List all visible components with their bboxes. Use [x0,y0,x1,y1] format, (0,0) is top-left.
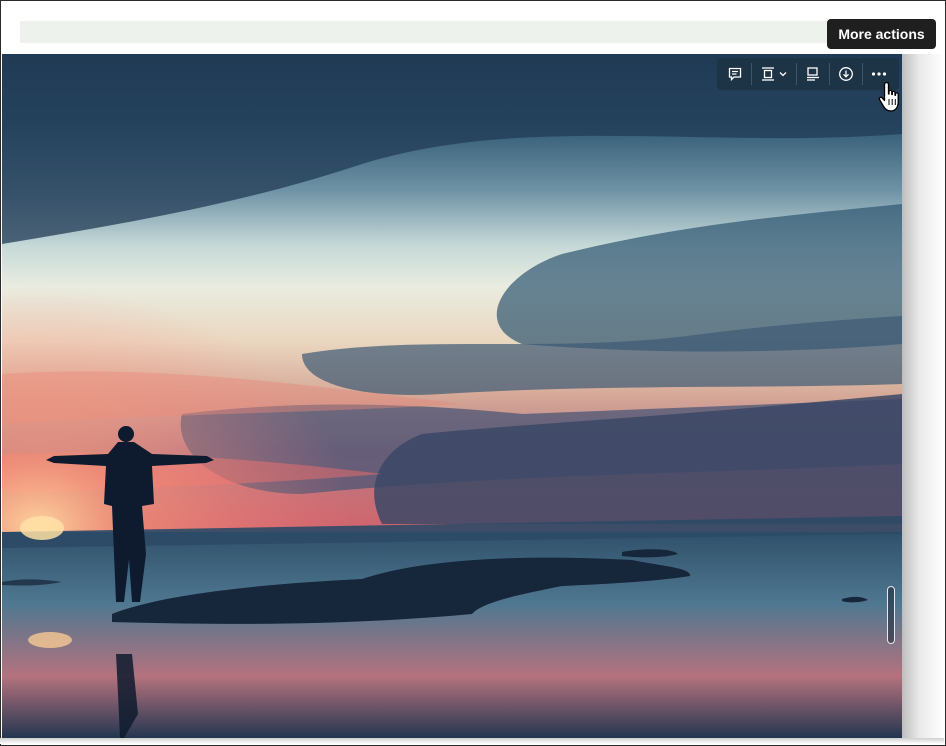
hand-cursor-icon [878,81,899,112]
right-drop-shadow [902,54,944,744]
comment-button[interactable] [719,60,751,88]
align-center-icon [762,67,774,81]
caption-icon [807,67,819,81]
alignment-button[interactable] [752,60,796,88]
top-band [20,21,906,43]
caption-button[interactable] [797,60,829,88]
bottom-drop-shadow [0,738,944,744]
tooltip-text: More actions [838,26,925,42]
comment-icon [728,67,742,82]
chevron-down-icon [779,72,787,77]
download-icon [839,67,853,81]
sunset-beach-photo[interactable] [2,54,902,738]
more-actions-tooltip: More actions [827,19,936,49]
photo-illustration [2,54,902,738]
image-toolbar [717,58,899,90]
scrollbar-thumb[interactable] [887,586,895,644]
download-button[interactable] [830,60,862,88]
